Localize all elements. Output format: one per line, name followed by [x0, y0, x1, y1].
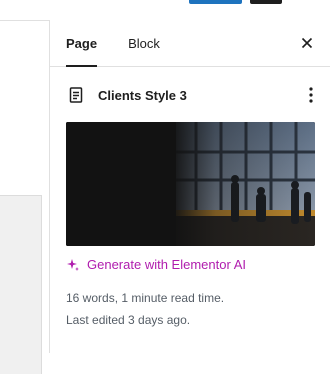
document-summary: Clients Style 3	[66, 85, 321, 105]
top-toolbar-strip	[0, 0, 330, 4]
save-button[interactable]	[189, 0, 242, 4]
word-count-info: 16 words, 1 minute read time.	[66, 291, 225, 305]
generate-ai-label: Generate with Elementor AI	[87, 257, 246, 272]
more-options-icon[interactable]	[302, 84, 320, 106]
page-icon	[66, 85, 86, 105]
settings-toggle-button[interactable]	[250, 0, 282, 4]
document-title: Clients Style 3	[98, 87, 187, 103]
editor-canvas[interactable]	[0, 20, 49, 374]
settings-sidebar: Page Block Clients Style 3 Generate with…	[49, 20, 330, 353]
canvas-content-block[interactable]	[0, 195, 42, 374]
tab-page[interactable]: Page	[66, 20, 98, 67]
last-edited-info: Last edited 3 days ago.	[66, 313, 191, 327]
sidebar-tabs: Page Block	[50, 20, 330, 67]
featured-image[interactable]	[66, 122, 315, 246]
tab-block[interactable]: Block	[128, 20, 160, 67]
generate-ai-button[interactable]: Generate with Elementor AI	[66, 257, 246, 272]
close-icon[interactable]	[299, 35, 315, 51]
sparkle-icon	[66, 258, 80, 272]
